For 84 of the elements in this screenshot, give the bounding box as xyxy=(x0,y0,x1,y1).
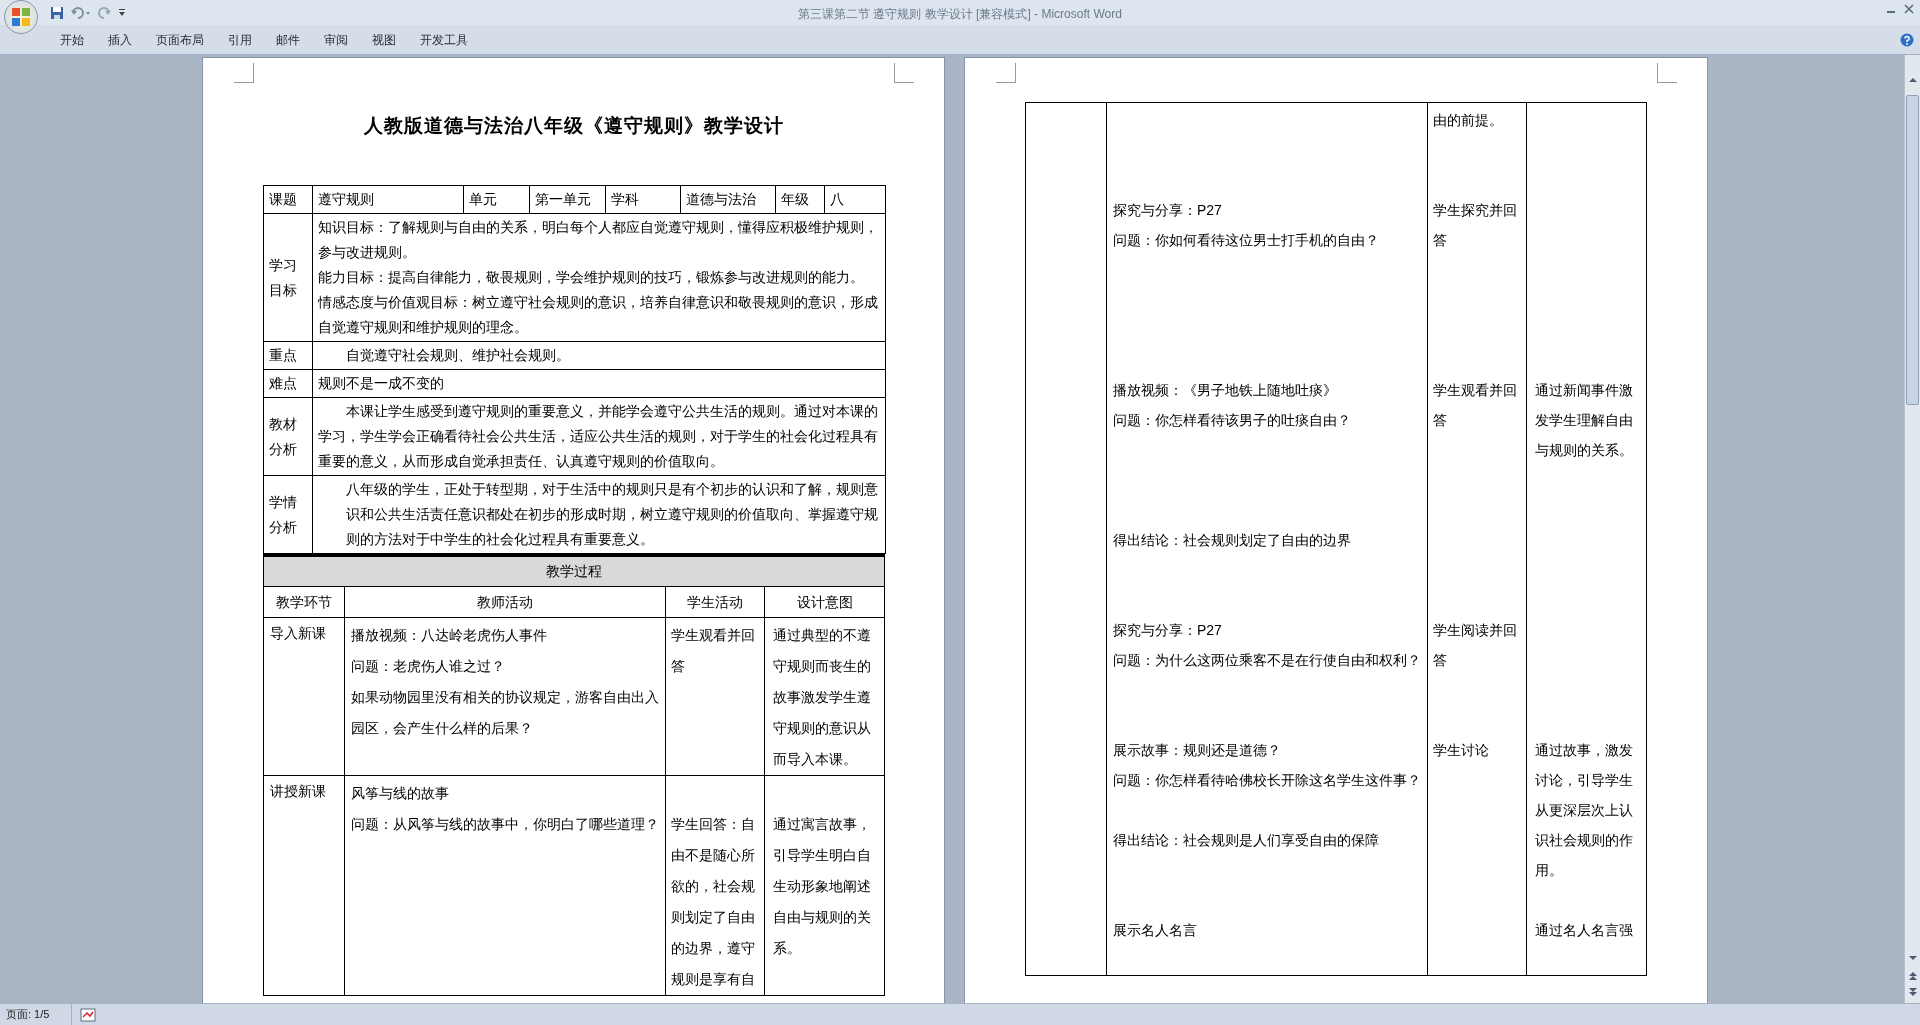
crop-mark xyxy=(894,63,914,83)
cell-text: 由的前提。 xyxy=(1433,111,1504,130)
cell-text: 学生回答：自由不是随心所欲的，社会规则划定了自由的边界，遵守规则是享有自 xyxy=(671,815,756,989)
table-cell: 八 xyxy=(824,185,886,214)
crop-mark xyxy=(1657,63,1677,83)
cell-text: 通过新闻事件激发学生理解自由与规则的关系。 xyxy=(1535,381,1634,460)
cell-text: 播放视频：《男子地铁上随地吐痰》 xyxy=(1113,381,1338,400)
row-label: 重点 xyxy=(263,341,313,370)
cell-text: 展示故事：规则还是道德？ xyxy=(1113,741,1282,760)
cell-text: 学生阅读并回答 xyxy=(1433,621,1518,670)
row-label: 学习目标 xyxy=(263,213,313,342)
proofing-icon[interactable] xyxy=(80,1007,97,1022)
cell-text: 问题：你怎样看待哈佛校长开除这名学生这件事？ xyxy=(1113,771,1422,790)
help-icon[interactable] xyxy=(1900,33,1914,47)
paragraph-text: 能力目标：提高自律能力，敬畏规则，学会维护规则的技巧，锻炼参与改进规则的能力。 xyxy=(318,268,865,287)
paragraph-text: 本课让学生感受到遵守规则的重要意义，并能学会遵守公共生活的规则。通过对本课的学习，学生学会正确看待社会公共生活，适应公共生活的规则，对于学生的社会化过程具有重要的意义，从而形成自觉承担责任、认真遵守规则的价值取向。 xyxy=(318,402,879,471)
cell-text: 通过名人名言强 xyxy=(1535,921,1634,940)
table-cell: 学科 xyxy=(605,185,681,214)
cell-text: 探究与分享：P27 xyxy=(1113,201,1223,220)
up-arrow-icon[interactable] xyxy=(1907,75,1918,85)
row-label: 难点 xyxy=(263,369,313,398)
crop-mark xyxy=(996,63,1016,83)
cell-text: 问题：为什么这两位乘客不是在行使自由和权利？ xyxy=(1113,651,1422,670)
paragraph-text: 知识目标：了解规则与自由的关系，明白每个人都应自觉遵守规则，懂得应积极维护规则，参与改进规则。 xyxy=(318,218,879,262)
next-page-icon[interactable] xyxy=(1907,987,1918,997)
table-cell: 道德与法治 xyxy=(680,185,776,214)
cell-text: 学生探究并回答 xyxy=(1433,201,1518,250)
cell-text: 学生观看并回答 xyxy=(671,626,756,676)
column-header: 设计意图 xyxy=(764,586,885,618)
crop-mark xyxy=(234,63,254,83)
office-logo-icon xyxy=(11,6,31,27)
stage-cell: 导入新课 xyxy=(263,617,345,776)
row-label: 学情分析 xyxy=(263,475,313,554)
table-cell: 单元 xyxy=(463,185,530,214)
ribbon-tab[interactable]: 视图 xyxy=(361,28,407,51)
ribbon-tab[interactable]: 邮件 xyxy=(265,28,311,51)
section-header: 教学过程 xyxy=(263,555,885,587)
cell-text: 问题：你如何看待这位男士打手机的自由？ xyxy=(1113,231,1380,250)
window-title: 第三课第二节 遵守规则 教学设计 [兼容模式] - Microsoft Word xyxy=(797,6,1123,23)
customize-menu-icon[interactable] xyxy=(118,7,126,18)
close-icon[interactable] xyxy=(1904,4,1914,14)
column-header: 学生活动 xyxy=(665,586,765,618)
office-button[interactable] xyxy=(4,0,38,34)
ribbon-tab[interactable]: 页面布局 xyxy=(145,28,215,51)
cell-text: 风筝与线的故事 xyxy=(351,784,450,803)
paragraph-text: 八年级的学生，正处于转型期，对于生活中的规则只是有个初步的认识和了解，规则意识和公共生活责任意识都处在初步的形成时期，树立遵守规则的价值取向、掌握遵守规则的方法对于中学生的社会化过程具有重要意义。 xyxy=(345,480,879,549)
cell-text: 学生观看并回答 xyxy=(1433,381,1518,430)
document-title: 人教版道德与法治八年级《遵守规则》教学设计 xyxy=(362,114,785,138)
cell-text: 得出结论：社会规则是人们享受自由的保障 xyxy=(1113,831,1380,850)
cell-text: 问题：你怎样看待该男子的吐痰自由？ xyxy=(1113,411,1352,430)
cell-text: 展示名人名言 xyxy=(1113,921,1198,940)
table-cell: 年级 xyxy=(775,185,825,214)
undo-icon[interactable] xyxy=(70,5,92,20)
ribbon-tab[interactable]: 开始 xyxy=(49,28,95,51)
ribbon-tab[interactable]: 开发工具 xyxy=(409,28,479,51)
ribbon-tab[interactable]: 插入 xyxy=(97,28,143,51)
vertical-scrollbar[interactable] xyxy=(1904,55,1920,1003)
table-cell: 遵守规则 xyxy=(312,185,464,214)
paragraph-text: 情感态度与价值观目标：树立遵守社会规则的意识，培养自律意识和敬畏规则的意识，形成自觉遵守规则和维护规则的理念。 xyxy=(318,293,879,337)
cell-text: 通过故事，激发讨论，引导学生从更深层次上认识社会规则的作用。 xyxy=(1535,741,1634,880)
cell-text: 播放视频：八达岭老虎伤人事件 xyxy=(351,626,548,645)
row-label: 教材分析 xyxy=(263,397,313,476)
cell-text: 学生讨论 xyxy=(1433,741,1490,760)
stage-cell: 讲授新课 xyxy=(263,775,345,996)
down-arrow-icon[interactable] xyxy=(1907,953,1918,963)
column-header: 教师活动 xyxy=(344,586,666,618)
table-cell: 第一单元 xyxy=(529,185,606,214)
save-icon[interactable] xyxy=(50,5,64,20)
cell-text: 如果动物园里没有相关的协议规定，游客自由出入园区，会产生什么样的后果？ xyxy=(351,688,660,738)
ribbon-tab[interactable]: 审阅 xyxy=(313,28,359,51)
cell-text: 通过寓言故事，引导学生明白自生动形象地阐述自由与规则的关系。 xyxy=(773,815,872,958)
cell-text: 得出结论：社会规则划定了自由的边界 xyxy=(1113,531,1352,550)
page-count-text: 页面: 1/5 xyxy=(6,1007,50,1023)
paragraph-text: 自觉遵守社会规则、维护社会规则。 xyxy=(345,346,571,365)
previous-page-icon[interactable] xyxy=(1907,971,1918,981)
scrollbar-thumb[interactable] xyxy=(1906,95,1919,405)
cell-text: 问题：从风筝与线的故事中，你明白了哪些道理？ xyxy=(351,815,660,834)
column-header: 教学环节 xyxy=(263,586,345,618)
cell-text: 通过典型的不遵守规则而丧生的故事激发学生遵守规则的意识从而导入本课。 xyxy=(773,626,872,769)
ribbon-tab[interactable]: 引用 xyxy=(217,28,263,51)
cell-text: 探究与分享：P27 xyxy=(1113,621,1223,640)
table-cell: 课题 xyxy=(263,185,313,214)
paragraph-text: 规则不是一成不变的 xyxy=(318,374,445,393)
cell-text: 问题：老虎伤人谁之过？ xyxy=(351,657,506,676)
